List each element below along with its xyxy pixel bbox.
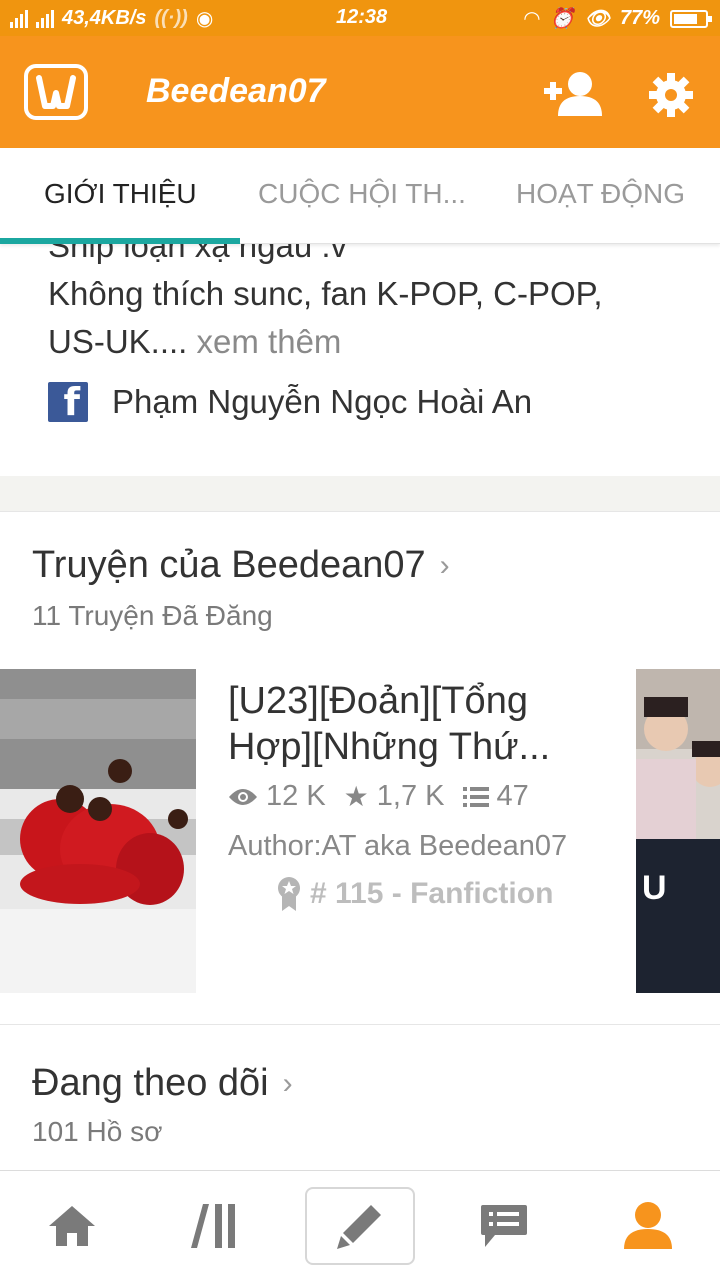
parts-list-icon — [462, 786, 489, 807]
views-count: 12 K — [266, 780, 326, 812]
clock: 12:38 — [336, 6, 388, 28]
network-speed: 43,4KB/s — [62, 7, 147, 29]
story-rank[interactable]: # 115 - Fanfiction — [276, 876, 553, 912]
profile-icon — [624, 1202, 672, 1249]
chevron-right-icon: › — [282, 1066, 293, 1100]
stories-section-title: Truyện của Beedean07 — [32, 544, 426, 586]
story-cover-image-2[interactable]: U — [636, 669, 720, 993]
tab-about[interactable]: GIỚI THIỆU — [44, 178, 197, 210]
profile-username: Beedean07 — [146, 72, 326, 110]
section-separator — [0, 1024, 720, 1025]
nav-library[interactable] — [161, 1187, 271, 1265]
hotspot-icon: ((·)) — [154, 7, 188, 29]
following-section-header[interactable]: Đang theo dõi › — [32, 1062, 293, 1105]
stories-section-header[interactable]: Truyện của Beedean07 › — [32, 544, 450, 587]
home-icon — [49, 1206, 95, 1246]
library-icon — [191, 1204, 235, 1248]
messages-icon — [481, 1205, 527, 1247]
battery-percent: 77% — [619, 7, 660, 29]
app-bar: Beedean07 — [0, 36, 720, 148]
facebook-name: Phạm Nguyễn Ngọc Hoài An — [112, 383, 533, 420]
tab-indicator — [0, 238, 240, 244]
about-text: Ship loạn xạ ngầu :v Không thích sunc, f… — [48, 244, 688, 366]
views-icon — [229, 788, 257, 805]
about-line-1: Không thích sunc, fan K-POP, C-POP, — [48, 275, 603, 312]
nav-write[interactable] — [305, 1187, 415, 1265]
headset-icon: ◠ — [524, 8, 540, 30]
profile-tabs: GIỚI THIỆU CUỘC HỘI TH... HOẠT ĐỘNG — [0, 148, 720, 244]
story-title[interactable]: [U23][Đoản][Tổng Hợp][Những Thứ... — [228, 678, 608, 770]
stories-count: 11 Truyện Đã Đăng — [32, 600, 273, 631]
nav-messages[interactable] — [449, 1187, 559, 1265]
signal-icon-2 — [36, 9, 54, 28]
votes-count: 1,7 K — [376, 780, 445, 812]
battery-icon — [670, 9, 712, 28]
story-cover-image[interactable] — [0, 669, 196, 993]
tab-conversations[interactable]: CUỘC HỘI TH... — [258, 178, 466, 210]
nav-home[interactable] — [17, 1187, 127, 1265]
add-user-icon[interactable] — [544, 70, 602, 116]
ranking-badge-icon — [278, 877, 300, 911]
profile-content[interactable]: Ship loạn xạ ngầu :v Không thích sunc, f… — [0, 244, 720, 1170]
section-divider — [0, 476, 720, 512]
signal-icon — [10, 9, 28, 28]
eye-comfort-icon: 👁 — [584, 8, 610, 30]
wattpad-logo-icon[interactable] — [24, 64, 88, 120]
story-stats: 12 K ★ 1,7 K 47 — [228, 780, 535, 813]
svg-text:U: U — [642, 869, 667, 907]
parts-count: 47 — [496, 780, 529, 812]
following-count: 101 Hồ sơ — [32, 1116, 163, 1147]
alarm-icon: ⏰ — [549, 8, 575, 30]
star-icon: ★ — [343, 781, 369, 812]
following-section-title: Đang theo dõi — [32, 1062, 269, 1104]
chevron-right-icon: › — [439, 548, 450, 582]
facebook-icon: f — [48, 380, 88, 424]
write-icon — [337, 1205, 381, 1249]
vpn-icon: ◉ — [195, 8, 214, 30]
status-bar: 43,4KB/s ((·)) ◉ 12:38 ◠ ⏰ 👁 77% — [0, 0, 720, 36]
nav-profile[interactable] — [593, 1187, 703, 1265]
settings-icon[interactable] — [648, 72, 694, 118]
facebook-link[interactable]: f Phạm Nguyễn Ngọc Hoài An — [48, 380, 533, 424]
about-partial-line: Ship loạn xạ ngầu :v — [48, 244, 348, 264]
bottom-navigation — [0, 1170, 720, 1280]
rank-text: # 115 - Fanfiction — [310, 877, 554, 910]
story-author: Author:AT aka Beedean07 — [228, 830, 568, 862]
tab-activity[interactable]: HOẠT ĐỘNG — [516, 178, 685, 210]
about-line-2: US-UK.... — [48, 323, 188, 360]
see-more-link[interactable]: xem thêm — [197, 323, 342, 360]
